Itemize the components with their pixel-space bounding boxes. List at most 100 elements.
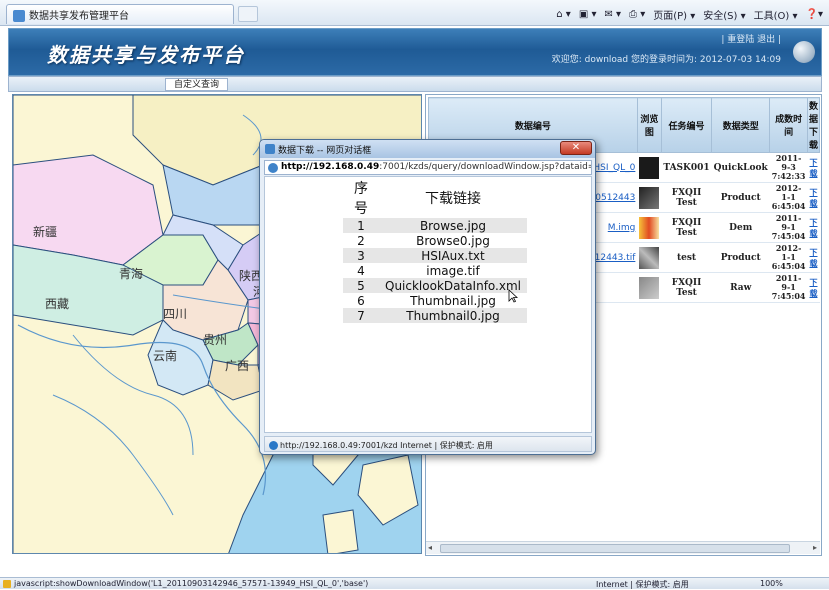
file-link[interactable]: Browse0.jpg (379, 233, 527, 248)
file-number: 2 (357, 233, 365, 248)
file-number: 7 (343, 308, 379, 323)
browse-thumbnail[interactable] (637, 182, 662, 213)
dialog-status-text: http://192.168.0.49:7001/kzd Internet | … (280, 441, 493, 450)
home-icon[interactable]: ⌂ ▾ (556, 9, 571, 20)
tab-custom-query[interactable]: 自定义查询 (165, 78, 229, 91)
zoom-level[interactable]: 100% (760, 579, 783, 588)
browser-tab-title: 数据共享发布管理平台 (29, 11, 129, 22)
col-header-download: 数据下载 (806, 97, 821, 153)
mouse-cursor-icon (508, 289, 518, 303)
globe-logo-icon (793, 41, 815, 63)
download-link[interactable]: 下载 (807, 242, 820, 273)
file-link[interactable]: Thumbnail0.jpg (379, 308, 527, 323)
file-link[interactable]: image.tif (379, 263, 527, 278)
download-link[interactable]: 下载 (807, 152, 820, 183)
dialog-close-button[interactable]: ✕ (560, 141, 592, 155)
file-link[interactable]: Browse.jpg (379, 218, 527, 233)
download-link[interactable]: 下载 (807, 212, 820, 243)
address-host: http://192.168.0.49 (281, 162, 380, 172)
list-item: 1 Browse.jpg (343, 218, 527, 233)
browser-command-bar: ⌂ ▾ ▣ ▾ ✉ ▾ ⎙ ▾ 页面(P) ▾ 安全(S) ▾ 工具(O) ▾ … (556, 5, 823, 23)
task-cell: FXQII Test (661, 182, 712, 213)
time-cell: 2012-1-1 6:45:04 (769, 182, 808, 213)
type-cell: Product (711, 182, 770, 213)
dialog-titlebar[interactable]: 数据下载 -- 网页对话框 ✕ (260, 140, 595, 158)
col-header-browse[interactable]: 浏览图 (636, 97, 662, 153)
download-link[interactable]: 下载 (807, 272, 820, 303)
col-header-time[interactable]: 成数时间 (769, 97, 808, 153)
security-zone[interactable]: Internet | 保护模式: 启用 (596, 579, 689, 590)
browser-status-bar: javascript:showDownloadWindow('L1_201109… (0, 577, 829, 589)
map-label: 四川 (163, 307, 188, 321)
tools-menu[interactable]: 工具(O) ▾ (754, 7, 798, 22)
time-cell: 2011-9-1 7:45:04 (769, 272, 808, 303)
dialog-title: 数据下载 -- 网页对话框 (278, 146, 372, 156)
browser-tab[interactable]: 数据共享发布管理平台 (6, 4, 234, 24)
map-label: 广西 (225, 359, 250, 373)
dialog-page-icon (265, 144, 275, 154)
thumbnail-image (639, 186, 660, 209)
col-header-type[interactable]: 数据类型 (711, 97, 771, 153)
map-label: 云南 (153, 349, 178, 363)
scroll-left-icon[interactable]: ◂ (428, 543, 432, 552)
horizontal-scrollbar[interactable]: ◂ ▸ (426, 541, 820, 554)
browse-thumbnail[interactable] (637, 272, 662, 303)
file-number: 4 (357, 263, 365, 278)
warning-icon (3, 580, 11, 588)
file-number: 5 (343, 278, 379, 293)
browse-thumbnail[interactable] (637, 152, 662, 183)
header-links[interactable]: | 重登陆 退出 | (721, 32, 781, 45)
list-item: 5 QuicklookDataInfo.xml (343, 278, 527, 293)
file-link[interactable]: QuicklookDataInfo.xml (379, 278, 527, 293)
file-link[interactable]: HSIAux.txt (379, 248, 527, 263)
type-cell: QuickLook (711, 152, 770, 183)
new-tab-button[interactable] (238, 6, 258, 22)
col-header-link: 下载链接 (425, 191, 481, 207)
list-item: 2 Browse0.jpg (343, 233, 527, 248)
download-link[interactable]: 下载 (807, 182, 820, 213)
browse-thumbnail[interactable] (637, 212, 662, 243)
browser-toolbar: 数据共享发布管理平台 ⌂ ▾ ▣ ▾ ✉ ▾ ⎙ ▾ 页面(P) ▾ 安全(S)… (0, 0, 829, 26)
site-header: 数据共享与发布平台 | 重登陆 退出 | 欢迎您: download 您的登录时… (8, 28, 822, 76)
type-cell: Dem (711, 212, 770, 243)
address-path: :7001/kzds/query/downloadWindow.jsp?data… (379, 162, 591, 172)
feeds-icon[interactable]: ▣ ▾ (579, 9, 597, 20)
list-item: 6 Thumbnail.jpg (343, 293, 527, 308)
map-label: 西藏 (45, 297, 70, 311)
thumbnail-image (639, 216, 660, 239)
internet-zone-icon (269, 441, 278, 450)
page-menu[interactable]: 页面(P) ▾ (653, 7, 695, 22)
dialog-body: 序号 下载链接 1 Browse.jpg 2 Browse0.jpg 3 HSI… (264, 176, 592, 433)
file-number: 6 (357, 293, 365, 308)
task-cell: TASK001 (661, 152, 712, 183)
map-label: 青海 (119, 267, 144, 281)
thumbnail-image (639, 276, 660, 299)
page-icon (268, 163, 278, 173)
print-icon[interactable]: ⎙ ▾ (629, 9, 645, 20)
scroll-right-icon[interactable]: ▸ (813, 543, 817, 552)
safety-menu[interactable]: 安全(S) ▾ (703, 7, 745, 22)
site-title: 数据共享与发布平台 (47, 43, 245, 67)
dialog-address-bar: http://192.168.0.49:7001/kzds/query/down… (264, 160, 592, 175)
mail-icon[interactable]: ✉ ▾ (604, 9, 621, 20)
time-cell: 2011-9-3 7:42:33 (769, 152, 808, 183)
page-favicon-icon (13, 10, 25, 22)
file-link[interactable]: Thumbnail.jpg (379, 293, 527, 308)
file-number: 1 (343, 218, 379, 233)
col-header-task[interactable]: 任务编号 (660, 97, 713, 153)
file-number: 3 (343, 248, 379, 263)
type-cell: Raw (711, 272, 770, 303)
col-header-number: 序号 (354, 181, 368, 217)
download-dialog: 数据下载 -- 网页对话框 ✕ http://192.168.0.49:7001… (259, 139, 596, 455)
thumbnail-image (639, 246, 660, 269)
browse-thumbnail[interactable] (637, 242, 662, 273)
dialog-status-bar: http://192.168.0.49:7001/kzd Internet | … (264, 436, 592, 452)
list-item: 3 HSIAux.txt (343, 248, 527, 263)
scrollbar-thumb[interactable] (440, 544, 790, 553)
header-user-info: 欢迎您: download 您的登录时间为: 2012-07-03 14:09 (551, 55, 781, 65)
download-links-table: 序号 下载链接 1 Browse.jpg 2 Browse0.jpg 3 HSI… (343, 178, 527, 323)
help-icon[interactable]: ❓▾ (806, 9, 823, 20)
map-label: 新疆 (33, 225, 58, 239)
task-cell: FXQII Test (661, 212, 712, 243)
task-cell: test (661, 242, 712, 273)
